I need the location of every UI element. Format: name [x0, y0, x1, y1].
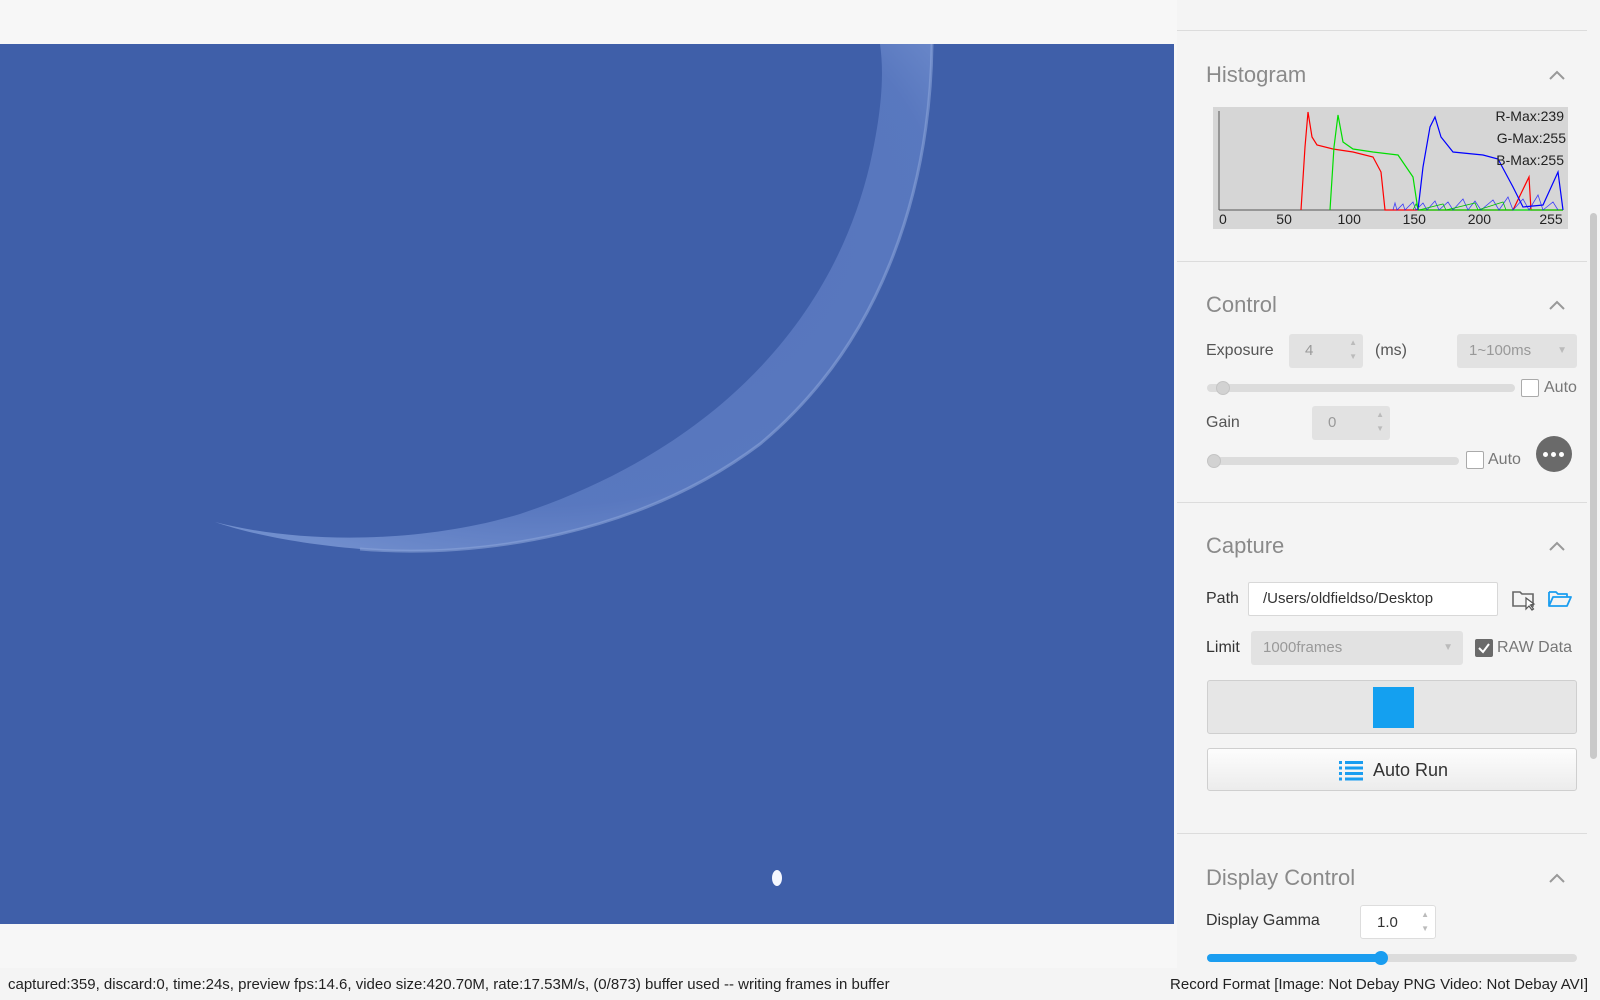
raw-data-checkbox[interactable]: [1475, 639, 1493, 657]
chevron-up-icon[interactable]: [1547, 539, 1567, 553]
divider: [1177, 30, 1587, 31]
planet-venus: [772, 870, 782, 886]
gain-slider[interactable]: [1207, 454, 1459, 468]
exposure-range-value: 1~100ms: [1469, 342, 1532, 359]
chevron-up-icon[interactable]: [1547, 298, 1567, 312]
histogram-x-tick-label: 100: [1338, 211, 1362, 227]
exposure-value: 4: [1305, 342, 1314, 359]
dot-icon: [1543, 452, 1548, 457]
spinbox-arrows-icon[interactable]: ▲ ▼: [1421, 908, 1429, 936]
exposure-auto-label: Auto: [1544, 379, 1577, 396]
display-gamma-label: Display Gamma: [1206, 912, 1320, 929]
histogram-x-ticks: 0 50 100 150 200 255: [1219, 211, 1563, 227]
histogram-r-max: R-Max:239: [1496, 108, 1565, 124]
histogram-x-tick-label: 50: [1276, 211, 1292, 227]
display-gamma-slider-handle[interactable]: [1374, 951, 1388, 965]
record-format-text: Record Format [Image: Not Debay PNG Vide…: [1170, 976, 1588, 993]
limit-select[interactable]: 1000frames ▼: [1251, 631, 1463, 665]
histogram-title: Histogram: [1206, 62, 1307, 87]
histogram-plot: R-Max:239 G-Max:255 B-Max:255 0 50 100 150 2…: [1218, 108, 1566, 227]
exposure-spinbox[interactable]: 4 ▲ ▼: [1289, 334, 1363, 368]
auto-run-label: Auto Run: [1373, 760, 1449, 780]
capture-title: Capture: [1206, 533, 1285, 558]
select-folder-icon[interactable]: [1511, 587, 1537, 611]
chevron-down-icon: ▼: [1557, 345, 1567, 356]
display-gamma-fill: [1207, 954, 1381, 962]
auto-run-button[interactable]: Auto Run: [1207, 748, 1577, 791]
more-options-button[interactable]: [1536, 436, 1572, 472]
gain-value: 0: [1328, 414, 1337, 431]
chevron-down-icon: ▼: [1443, 642, 1453, 653]
app-window: Histogram R-Max:239 G-Max:255 B-Max:255 …: [0, 0, 1600, 1000]
exposure-range-select[interactable]: 1~100ms ▼: [1457, 334, 1577, 368]
histogram-x-tick-label: 200: [1468, 211, 1492, 227]
chevron-up-icon[interactable]: [1547, 871, 1567, 885]
raw-data-label: RAW Data: [1497, 639, 1572, 656]
display-gamma-slider[interactable]: [1207, 951, 1577, 965]
display-control-title: Display Control: [1206, 865, 1356, 890]
histogram-b-max: B-Max:255: [1496, 152, 1564, 168]
record-stop-button[interactable]: [1207, 680, 1577, 734]
chevron-up-icon[interactable]: [1547, 68, 1567, 82]
path-label: Path: [1206, 590, 1239, 607]
histogram-chart: R-Max:239 G-Max:255 B-Max:255 0 50 100 150 2…: [1213, 107, 1568, 229]
divider: [1177, 502, 1587, 503]
divider: [1177, 261, 1587, 262]
control-title: Control: [1206, 292, 1277, 317]
gain-auto-label: Auto: [1488, 451, 1521, 468]
gain-spinbox[interactable]: 0 ▲ ▼: [1312, 406, 1390, 440]
capture-status-text: captured:359, discard:0, time:24s, previ…: [8, 976, 890, 993]
gain-slider-handle[interactable]: [1207, 454, 1221, 468]
limit-label: Limit: [1206, 639, 1240, 656]
divider: [1177, 833, 1587, 834]
display-gamma-value: 1.0: [1377, 914, 1398, 931]
panel-scrollbar[interactable]: [1587, 0, 1600, 968]
path-input[interactable]: /Users/oldfieldso/Desktop: [1248, 582, 1498, 616]
list-icon: [1339, 761, 1363, 781]
spinbox-arrows-icon[interactable]: ▲ ▼: [1376, 408, 1384, 436]
exposure-label: Exposure: [1206, 342, 1274, 359]
camera-preview[interactable]: [0, 44, 1174, 924]
gain-label: Gain: [1206, 414, 1240, 431]
exposure-auto-checkbox[interactable]: [1521, 379, 1539, 397]
spinbox-arrows-icon[interactable]: ▲ ▼: [1349, 336, 1357, 364]
stop-icon: [1373, 687, 1414, 728]
control-panel: Histogram R-Max:239 G-Max:255 B-Max:255 …: [1177, 0, 1587, 968]
histogram-x-tick-label: 255: [1539, 211, 1563, 227]
gain-auto-checkbox[interactable]: [1466, 451, 1484, 469]
dot-icon: [1559, 452, 1564, 457]
checkmark-icon: [1478, 643, 1490, 654]
scrollbar-thumb[interactable]: [1590, 213, 1597, 759]
dot-icon: [1551, 452, 1556, 457]
histogram-x-tick-label: 150: [1403, 211, 1427, 227]
exposure-slider-handle[interactable]: [1216, 381, 1230, 395]
histogram-x-tick-label: 0: [1219, 211, 1227, 227]
open-folder-icon[interactable]: [1547, 587, 1573, 611]
preview-image: [0, 44, 1174, 924]
histogram-g-max: G-Max:255: [1497, 130, 1566, 146]
status-bar: captured:359, discard:0, time:24s, previ…: [0, 968, 1600, 1000]
limit-value: 1000frames: [1263, 639, 1343, 656]
exposure-unit: (ms): [1375, 342, 1407, 359]
display-gamma-spinbox[interactable]: 1.0 ▲ ▼: [1360, 905, 1436, 939]
exposure-slider[interactable]: [1207, 381, 1515, 395]
